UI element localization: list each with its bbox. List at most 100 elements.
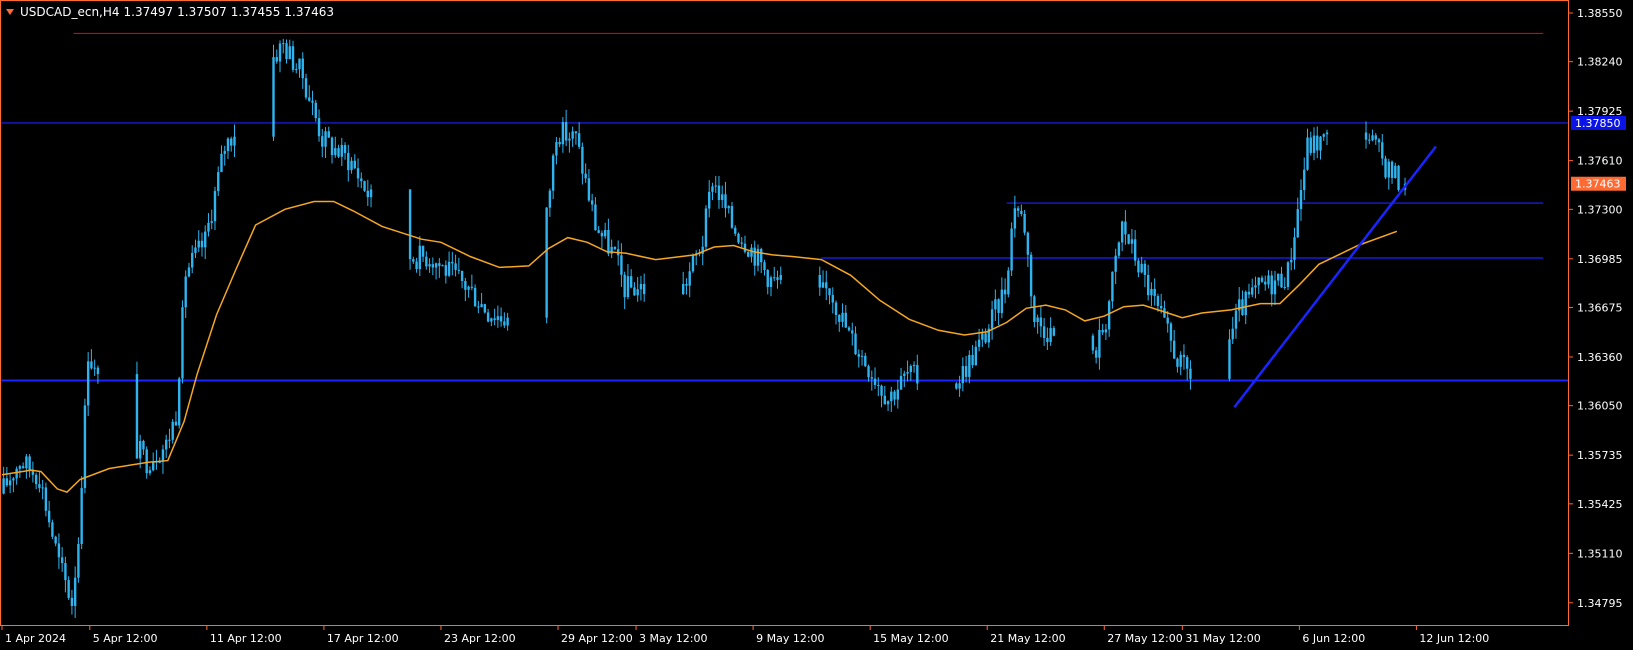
candle-body-56	[220, 153, 223, 173]
candle-body-243	[1042, 326, 1046, 339]
candle-body-114	[480, 304, 483, 308]
candle-body-202	[873, 378, 877, 385]
candle-body-223	[977, 339, 981, 347]
price-chart[interactable]: 1.385501.382401.379251.376101.373001.369…	[0, 0, 1633, 650]
candle-body-197	[857, 354, 860, 357]
candle-body-285	[1251, 287, 1254, 295]
candle-body-81	[337, 148, 340, 157]
candle-body-304	[1312, 135, 1316, 153]
candle-body-172	[740, 242, 743, 244]
candle-body-307	[1322, 134, 1325, 137]
candle-body-247	[1091, 335, 1095, 351]
candle-body-113	[477, 306, 480, 308]
candle-body-126	[555, 142, 558, 156]
candle-body-278	[1228, 339, 1231, 379]
candle-body-124	[548, 190, 552, 208]
candle-body-232	[1007, 270, 1010, 295]
candle-body-27	[90, 361, 93, 369]
candle-body-162	[708, 191, 711, 209]
candle-body-23	[77, 543, 80, 578]
candle-body-105	[451, 261, 454, 264]
candle-body-97	[425, 256, 428, 267]
candle-body-60	[233, 136, 236, 146]
candle-body-240	[1033, 296, 1036, 322]
candle-body-297	[1290, 259, 1293, 263]
candle-body-92	[408, 189, 412, 260]
candle-body-228	[994, 299, 997, 310]
candle-body-115	[483, 304, 487, 313]
candle-body-167	[724, 194, 727, 209]
candle-body-301	[1303, 169, 1306, 191]
candle-body-181	[769, 277, 773, 287]
candle-body-86	[353, 160, 356, 169]
candle-body-254	[1114, 255, 1117, 272]
candle-body-155	[685, 283, 688, 286]
low-value: 1.37455	[230, 5, 281, 19]
candle-body-231	[1003, 289, 1007, 295]
candle-body-2	[8, 480, 12, 486]
candle-body-212	[906, 372, 909, 374]
candle-body-70	[301, 58, 304, 79]
candle-body-8	[28, 456, 31, 471]
candle-body-268	[1159, 305, 1163, 309]
candle-body-42	[174, 421, 178, 426]
candle-body-153	[642, 283, 646, 295]
y-tick-label-12: 1.34795	[1577, 597, 1623, 610]
x-tick-label-5: 29 Apr 12:00	[561, 632, 633, 645]
candle-body-211	[903, 373, 906, 376]
candle-body-185	[818, 274, 821, 288]
candle-body-59	[230, 138, 233, 146]
candle-body-3	[12, 478, 15, 481]
candle-body-274	[1179, 354, 1182, 367]
candle-body-250	[1101, 329, 1104, 333]
candle-body-188	[828, 288, 831, 296]
candle-body-128	[561, 122, 565, 145]
dropdown-triangle-icon[interactable]	[6, 9, 14, 15]
candle-body-10	[34, 474, 38, 485]
y-tick-label-8: 1.36050	[1577, 400, 1623, 413]
candle-body-1	[5, 478, 9, 486]
candle-body-76	[321, 136, 324, 147]
candle-body-309	[1364, 132, 1368, 140]
candle-body-173	[743, 243, 747, 252]
candle-body-249	[1098, 329, 1101, 358]
candle-body-151	[636, 289, 639, 296]
candle-body-163	[711, 186, 714, 192]
candle-body-234	[1013, 208, 1017, 229]
candle-body-4	[15, 468, 18, 479]
candle-body-5	[18, 466, 22, 469]
candle-body-205	[883, 395, 886, 405]
close-value: 1.37463	[284, 5, 335, 19]
candle-body-117	[490, 318, 493, 322]
candle-body-139	[597, 230, 600, 233]
candle-body-148	[626, 276, 630, 298]
candle-body-64	[282, 43, 285, 45]
candle-body-315	[1384, 158, 1387, 178]
candle-body-204	[880, 385, 883, 396]
candle-body-24	[80, 487, 83, 544]
candle-body-90	[366, 190, 370, 198]
candle-body-125	[551, 155, 555, 191]
candle-body-149	[629, 276, 633, 288]
candle-body-127	[558, 142, 561, 145]
candle-body-255	[1117, 242, 1121, 256]
candle-body-75	[317, 118, 321, 137]
candle-body-291	[1270, 275, 1273, 295]
candle-body-135	[584, 173, 587, 179]
candle-body-16	[54, 536, 57, 544]
x-tick-label-0: 1 Apr 2024	[5, 632, 66, 645]
candle-body-54	[213, 191, 217, 222]
candle-body-244	[1046, 338, 1049, 343]
candle-body-66	[288, 46, 291, 59]
candle-body-218	[961, 366, 965, 384]
candle-body-292	[1273, 280, 1277, 295]
candle-body-195	[851, 330, 854, 334]
candle-body-45	[184, 276, 187, 308]
candle-body-265	[1150, 288, 1153, 296]
candle-body-186	[821, 282, 825, 288]
candle-body-256	[1120, 221, 1124, 243]
candle-body-222	[974, 346, 978, 366]
candle-body-144	[613, 246, 617, 250]
candle-body-108	[460, 270, 464, 281]
candle-body-266	[1153, 288, 1156, 297]
